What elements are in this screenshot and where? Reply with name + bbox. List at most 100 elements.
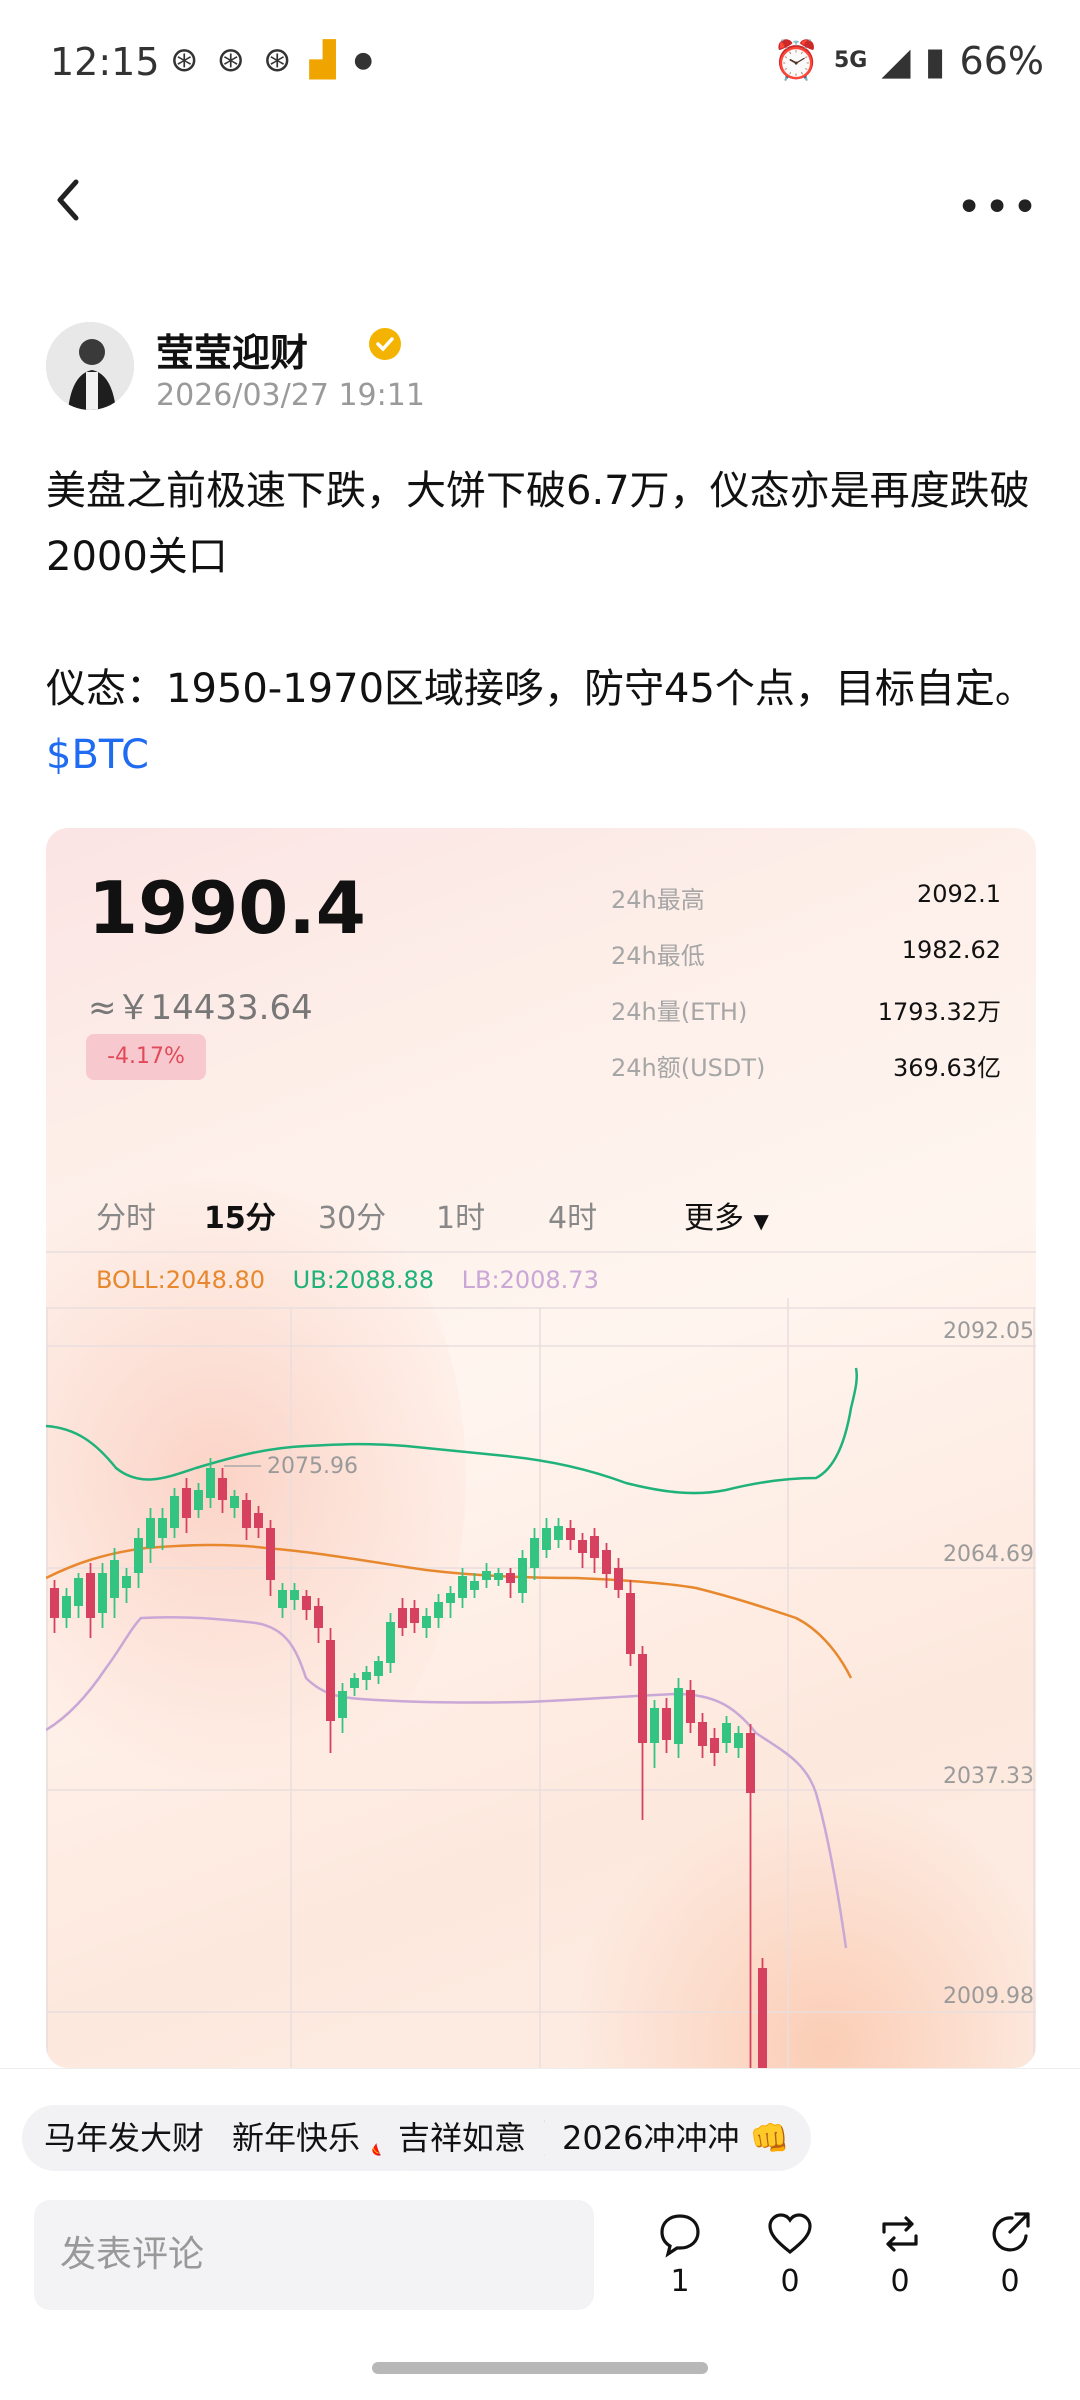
candle-body <box>194 1490 203 1510</box>
ticker-link[interactable]: $BTC <box>46 732 149 778</box>
candle-body <box>62 1596 71 1618</box>
candle-body <box>698 1722 707 1746</box>
repost-count: 0 <box>890 2264 910 2299</box>
candle-body <box>122 1576 131 1588</box>
post-paragraph: 仪态：1950-1970区域接哆，防守45个点，目标自定。 $BTC <box>46 656 1036 788</box>
lb-line <box>46 1615 848 1949</box>
candle-body <box>362 1672 371 1680</box>
comment-composer: 发表评论 1 0 0 0 <box>0 2194 1080 2354</box>
candle-body <box>590 1536 599 1558</box>
candle-body <box>650 1708 659 1743</box>
candle-body <box>722 1723 731 1743</box>
candle-body <box>266 1528 275 1580</box>
share-button[interactable]: 0 <box>970 2210 1050 2299</box>
candle-body <box>290 1590 299 1600</box>
candle-body <box>398 1608 407 1628</box>
candle-body <box>686 1690 695 1723</box>
candle-body <box>530 1538 539 1568</box>
weibo-icon: ⊛ <box>170 40 199 80</box>
candle-body <box>602 1550 611 1574</box>
candle-body <box>86 1573 95 1618</box>
battery-percent: 66% <box>959 38 1044 83</box>
candle-body <box>470 1581 479 1590</box>
share-count: 0 <box>1000 2264 1020 2299</box>
candle-body <box>98 1573 107 1613</box>
candle-body <box>446 1593 455 1603</box>
candle-body <box>494 1573 503 1580</box>
weibo-icon: ⊛ <box>216 40 246 80</box>
candle-body <box>518 1558 527 1593</box>
candle-body <box>674 1688 683 1744</box>
author-name[interactable]: 莹莹迎财 <box>156 322 308 377</box>
author-header: 莹莹迎财 2026/03/27 19:11 <box>46 322 1046 422</box>
verified-icon <box>369 328 401 360</box>
post-date: 2026/03/27 19:11 <box>156 378 425 413</box>
candle-body <box>758 1968 767 2068</box>
app-icon: ▟ <box>309 40 336 80</box>
candle-body <box>206 1468 215 1498</box>
battery-icon: ▮ <box>924 38 946 83</box>
post-paragraph: 美盘之前极速下跌，大饼下破6.7万，仪态亦是再度跌破2000关口 <box>46 468 1030 580</box>
signal-icon: ◢ <box>881 38 911 83</box>
candle-body <box>554 1526 563 1540</box>
like-button[interactable]: 0 <box>750 2210 830 2299</box>
candle-body <box>110 1560 119 1598</box>
chip-item[interactable]: 2026冲冲冲 👊 <box>540 2105 812 2171</box>
candle-body <box>710 1738 719 1753</box>
axis-label-2037: 2037.33 <box>943 1764 1034 1789</box>
alarm-icon: ⏰ <box>772 38 820 82</box>
high-marker-label: 2075.96 <box>267 1454 358 1479</box>
candle-body <box>302 1596 311 1610</box>
ub-line <box>46 1367 859 1495</box>
candle-body <box>326 1640 335 1721</box>
repost-button[interactable]: 0 <box>860 2210 940 2299</box>
candle-body <box>434 1602 443 1618</box>
comment-count: 1 <box>670 2264 690 2299</box>
candle-body <box>746 1733 755 1793</box>
comment-input[interactable]: 发表评论 <box>34 2200 594 2310</box>
candle-body <box>506 1573 515 1583</box>
candle-body <box>458 1576 467 1598</box>
share-icon <box>992 2212 1030 2252</box>
candle-body <box>626 1593 635 1654</box>
axis-label-2009: 2009.98 <box>943 1984 1034 2009</box>
quick-reply-chips: 马年发大财 🐴 新年快乐 🧨 吉祥如意 🧧 2026冲冲冲 👊 <box>0 2068 1080 2195</box>
candle-body <box>410 1608 419 1623</box>
candle-body <box>566 1528 575 1540</box>
candle-body <box>350 1678 359 1688</box>
avatar[interactable] <box>46 322 134 410</box>
candle-body <box>638 1654 647 1743</box>
candle-body <box>578 1540 587 1553</box>
candle-body <box>482 1571 491 1580</box>
comment-icon <box>660 2214 700 2258</box>
candle-body <box>170 1496 179 1528</box>
notification-icons: ⊛ ⊛ ⊛ ▟ ● <box>170 40 373 80</box>
candle-body <box>386 1622 395 1663</box>
candle-body <box>146 1518 155 1548</box>
home-indicator <box>372 2362 708 2374</box>
weibo-icon: ⊛ <box>263 40 292 80</box>
back-icon[interactable] <box>48 170 88 230</box>
status-right: ⏰ 5G ◢ ▮ 66% <box>773 38 1044 83</box>
candle-body <box>254 1513 263 1528</box>
candle-body <box>50 1588 59 1618</box>
candle-body <box>542 1528 551 1550</box>
candlestick-chart[interactable]: 2092.05 2064.69 2037.33 2009.98 2075.96 <box>46 828 1036 2068</box>
heart-icon <box>768 2213 812 2255</box>
repost-icon <box>882 2216 918 2252</box>
top-bar: ••• <box>0 160 1080 240</box>
post-content: 美盘之前极速下跌，大饼下破6.7万，仪态亦是再度跌破2000关口 仪态：1950… <box>46 458 1036 788</box>
comment-button[interactable]: 1 <box>640 2210 720 2299</box>
candle-body <box>242 1500 251 1528</box>
market-card[interactable]: 1990.4 ≈￥14433.64 -4.17% 24h最高 2092.1 24h… <box>46 828 1036 2068</box>
like-count: 0 <box>780 2264 800 2299</box>
candle-body <box>134 1538 143 1573</box>
candle-body <box>314 1606 323 1628</box>
candle-body <box>422 1616 431 1628</box>
more-options-icon[interactable]: ••• <box>956 182 1040 233</box>
candle-body <box>74 1578 83 1606</box>
candle-body <box>182 1488 191 1518</box>
network-label: 5G <box>834 48 868 73</box>
boll-line <box>46 1543 853 1679</box>
candle-body <box>278 1590 287 1608</box>
